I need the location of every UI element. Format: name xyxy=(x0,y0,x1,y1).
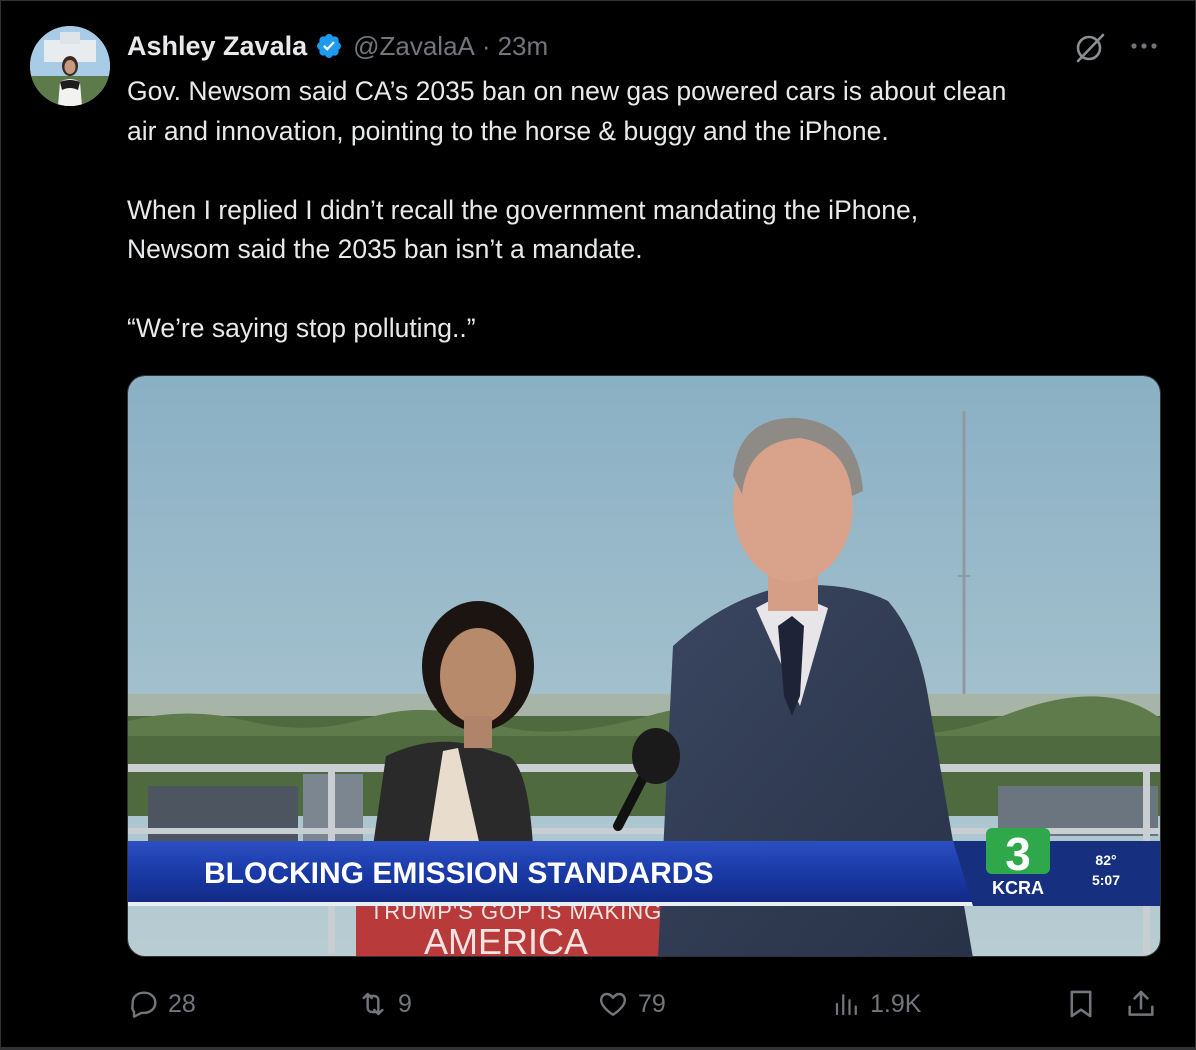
repost-button[interactable]: 9 xyxy=(356,982,412,1026)
like-count: 79 xyxy=(638,989,666,1018)
bookmark-button[interactable] xyxy=(1064,982,1098,1026)
avatar-photo xyxy=(30,26,110,106)
share-icon xyxy=(1128,990,1154,1016)
views-button[interactable]: 1.9K xyxy=(832,982,921,1026)
grok-icon[interactable] xyxy=(1072,30,1108,66)
more-options-icon[interactable] xyxy=(1124,28,1164,64)
tweet-timestamp[interactable]: 23m xyxy=(498,31,549,62)
reply-button[interactable]: 28 xyxy=(128,982,196,1026)
broadcast-clock: 5:07 xyxy=(1092,872,1120,888)
podium-line-2: AMERICA xyxy=(424,921,588,957)
tweet-text: Gov. Newsom said CA’s 2035 ban on new ga… xyxy=(127,76,1007,343)
tweet-action-bar: 28 9 79 1.9K xyxy=(0,982,1196,1026)
reply-icon xyxy=(131,991,157,1018)
repost-icon xyxy=(362,992,384,1016)
author-avatar[interactable] xyxy=(30,26,110,106)
heart-icon xyxy=(599,992,627,1016)
view-count: 1.9K xyxy=(870,989,922,1018)
station-name: KCRA xyxy=(992,878,1044,898)
author-name[interactable]: Ashley Zavala xyxy=(127,31,307,62)
author-handle[interactable]: @ZavalaA xyxy=(353,31,475,62)
weather-temperature: 82° xyxy=(1095,852,1116,868)
like-button[interactable]: 79 xyxy=(596,982,666,1026)
repost-count: 9 xyxy=(398,989,412,1018)
verified-badge-icon[interactable] xyxy=(315,32,343,60)
share-button[interactable] xyxy=(1124,982,1158,1026)
tweet-header: Ashley Zavala @ZavalaA · 23m xyxy=(127,28,548,64)
bookmark-icon xyxy=(1070,990,1092,1018)
chyron-headline: BLOCKING EMISSION STANDARDS xyxy=(204,857,713,890)
reply-count: 28 xyxy=(168,989,196,1018)
station-number: 3 xyxy=(1005,828,1031,880)
header-separator: · xyxy=(481,30,491,61)
tweet-video-media[interactable]: TRUMP'S GOP IS MAKING AMERICA BLOCKING E… xyxy=(127,375,1161,957)
analytics-icon xyxy=(835,994,857,1016)
video-frame: TRUMP'S GOP IS MAKING AMERICA BLOCKING E… xyxy=(128,376,1160,957)
